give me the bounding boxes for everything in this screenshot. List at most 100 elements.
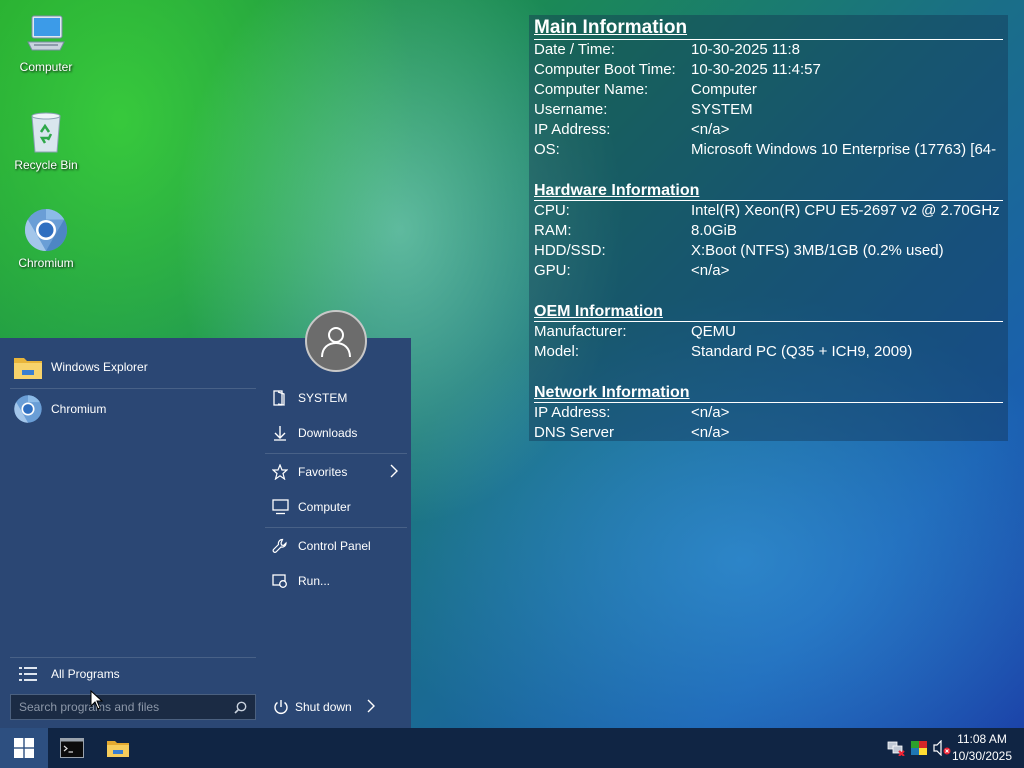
place-label: Run... [298,574,331,588]
all-programs-label: All Programs [51,667,120,681]
folder-icon [12,351,44,383]
taskbar-command-prompt[interactable] [49,728,95,768]
info-value: 10-30-2025 11:8 [691,41,800,58]
info-row: Computer Name: Computer [534,80,1003,100]
info-value: 8.0GiB [691,222,737,239]
info-key: IP Address: [534,121,611,138]
info-value: Computer [691,81,757,98]
info-value: <n/a> [691,262,730,279]
info-row: IP Address: <n/a> [534,120,1003,140]
search-box[interactable] [10,694,256,720]
place-favorites[interactable]: Favorites [269,457,407,487]
place-label: Downloads [298,426,358,440]
info-key: OS: [534,141,560,158]
mouse-cursor-icon [90,689,104,715]
place-control-panel[interactable]: Control Panel [269,531,407,561]
place-label: Favorites [298,465,348,479]
start-menu-programs-pane: Windows Explorer Chromium All Programs S… [0,338,259,728]
info-value: X:Boot (NTFS) 3MB/1GB (0.2% used) [691,242,944,259]
desktop-icon-recycle-bin[interactable]: Recycle Bin [6,108,86,172]
place-label: Control Panel [298,539,371,553]
desktop-icon-chromium[interactable]: Chromium [6,206,86,270]
info-key: IP Address: [534,404,611,421]
chevron-right-icon [389,464,399,481]
program-windows-explorer[interactable]: Windows Explorer [12,351,148,383]
info-row: Computer Boot Time: 10-30-2025 11:4:57 [534,60,1003,80]
info-value: <n/a> [691,121,730,138]
info-row: RAM: 8.0GiB [534,221,1003,241]
info-row: DNS Server <n/a> [534,423,1003,441]
info-key: Computer Boot Time: [534,61,676,78]
file-explorer-icon [107,741,129,757]
network-icon [887,741,905,756]
info-key: HDD/SSD: [534,242,606,259]
main-info-title: Main Information [534,17,1003,40]
info-key: GPU: [534,262,571,279]
info-key: RAM: [534,222,572,239]
info-value: <n/a> [691,404,730,421]
search-input[interactable] [19,700,229,714]
place-system[interactable]: SYSTEM [269,383,407,413]
star-icon [269,464,291,480]
info-row: Date / Time: 10-30-2025 11:8 [534,40,1003,60]
program-chromium[interactable]: Chromium [12,393,106,425]
run-icon [269,573,291,589]
info-value: SYSTEM [691,101,753,118]
info-row: CPU: Intel(R) Xeon(R) CPU E5-2697 v2 @ 2.… [534,201,1003,221]
program-label: Windows Explorer [51,360,148,374]
place-downloads[interactable]: Downloads [269,418,407,448]
info-row: Model: Standard PC (Q35 + ICH9, 2009) [534,342,1003,362]
taskbar-clock[interactable]: 11:08 AM 10/30/2025 [948,731,1016,765]
desktop-icon-label: Chromium [18,256,74,270]
tray-network[interactable] [885,728,907,768]
network-info-title: Network Information [534,384,1003,403]
info-row: OS: Microsoft Windows 10 Enterprise (1776… [534,140,1003,160]
all-programs-button[interactable]: All Programs [12,658,120,690]
system-info-panel: Main Information Date / Time: 10-30-2025 … [529,15,1008,441]
info-value: 10-30-2025 11:4:57 [691,61,821,78]
info-value: QEMU [691,323,736,340]
place-run[interactable]: Run... [269,566,407,596]
hardware-info-title: Hardware Information [534,182,1003,201]
info-row: GPU: <n/a> [534,261,1003,281]
taskbar: 11:08 AM 10/30/2025 [0,728,1024,768]
clock-date: 10/30/2025 [951,749,1013,763]
chromium-icon [22,206,70,254]
search-icon[interactable] [234,701,247,719]
start-menu: Windows Explorer Chromium All Programs S… [0,310,411,728]
shutdown-button[interactable]: Shut down [273,694,403,720]
start-button[interactable] [0,728,48,768]
power-icon [273,699,289,715]
info-row: IP Address: <n/a> [534,403,1003,423]
download-icon [269,425,291,441]
computer-icon [22,10,70,58]
desktop-icon-label: Computer [19,60,73,74]
info-key: DNS Server [534,424,615,441]
info-row: HDD/SSD: X:Boot (NTFS) 3MB/1GB (0.2% used… [534,241,1003,261]
chromium-icon [12,393,44,425]
display-icon [911,741,927,755]
info-key: Computer Name: [534,81,649,98]
info-key: CPU: [534,202,570,219]
taskbar-file-explorer[interactable] [95,728,141,768]
place-label: SYSTEM [298,391,348,405]
wrench-icon [269,538,291,554]
oem-info-title: OEM Information [534,303,1003,322]
info-key: Model: [534,343,580,360]
place-computer[interactable]: Computer [269,492,407,522]
info-key: Date / Time: [534,41,615,58]
command-prompt-icon [60,738,84,758]
info-row: Manufacturer: QEMU [534,322,1003,342]
recycle-bin-icon [22,108,70,156]
desktop-icon-computer[interactable]: Computer [6,10,86,74]
list-icon [12,658,44,690]
user-folder-icon [269,390,291,406]
info-value: <n/a> [691,424,730,441]
tray-display[interactable] [908,728,930,768]
info-key: Username: [534,101,608,118]
clock-time: 11:08 AM [957,732,1007,746]
info-value: Microsoft Windows 10 Enterprise (17763) … [691,141,997,158]
chevron-right-icon[interactable] [366,699,376,716]
windows-logo-icon [14,738,34,758]
info-value: Intel(R) Xeon(R) CPU E5-2697 v2 @ 2.70GH… [691,202,1000,219]
